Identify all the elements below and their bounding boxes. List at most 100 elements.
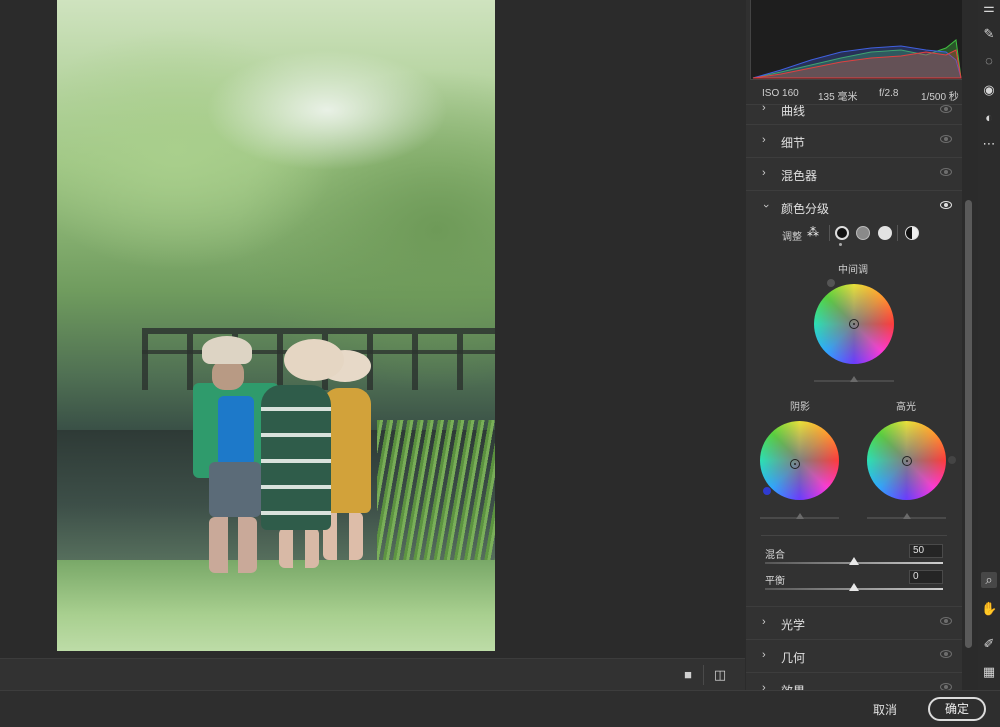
- ok-button[interactable]: 确定: [928, 697, 986, 721]
- panel-mixer[interactable]: › 混色器: [746, 157, 962, 190]
- midtones-label: 中间调: [838, 265, 868, 276]
- panel-effects[interactable]: › 效果: [746, 672, 962, 690]
- photo-boy-shorts: [209, 462, 261, 517]
- tool-strip: ⚌ ✎ ◌ ◉ ◐ ⋯ ⌕ ✋ ✐ ▦: [978, 0, 1000, 690]
- shadows-wheel[interactable]: [760, 421, 839, 500]
- highlights-luminance-dot[interactable]: [948, 456, 956, 464]
- midtones-luminance-slider[interactable]: [814, 376, 894, 382]
- three-way-icon[interactable]: ⁂: [807, 225, 819, 239]
- shutter-speed: 1/500 秒: [921, 92, 959, 103]
- iso-value: ISO 160: [762, 88, 799, 99]
- blend-label: 混合: [765, 550, 785, 561]
- midtones-luminance-dot[interactable]: [827, 279, 835, 287]
- panel-color-grading[interactable]: › 颜色分级: [746, 190, 962, 223]
- eye-icon[interactable]: [940, 135, 952, 143]
- hand-icon[interactable]: ✋: [981, 601, 997, 617]
- midtones-wheel[interactable]: [814, 284, 894, 364]
- chevron-right-icon: ›: [762, 104, 766, 114]
- exif-info: ISO 160 135 毫米 f/2.8 1/500 秒: [746, 84, 962, 104]
- panel-geometry[interactable]: › 几何: [746, 639, 962, 672]
- panel-title: 混色器: [781, 169, 818, 183]
- histogram: [750, 0, 962, 80]
- photo-girl1-hat: [284, 339, 344, 381]
- midtones-handle[interactable]: [849, 319, 859, 329]
- camera-raw-window: ■ ◫ ISO 160 135 毫米 f/2.8 1/500 秒 › 曲线 ›: [0, 0, 1000, 727]
- panel-optics[interactable]: › 光学: [746, 606, 962, 639]
- panel-title: 几何: [781, 651, 806, 665]
- more-icon[interactable]: ⋯: [981, 136, 997, 152]
- section-divider: [761, 535, 947, 536]
- selected-indicator: [839, 243, 842, 246]
- redeye-icon[interactable]: ◉: [981, 82, 997, 98]
- before-after-icon[interactable]: ◫: [712, 667, 728, 683]
- blend-value-input[interactable]: 50: [909, 544, 943, 558]
- midtones-mode-icon[interactable]: [856, 226, 870, 240]
- balance-label: 平衡: [765, 576, 785, 587]
- balance-slider-thumb[interactable]: [849, 583, 859, 591]
- histogram-graph: [752, 39, 962, 79]
- chevron-right-icon: ›: [762, 682, 766, 690]
- eye-icon[interactable]: [940, 201, 952, 209]
- photo-grass: [57, 560, 495, 651]
- aperture: f/2.8: [879, 88, 899, 99]
- photo-preview[interactable]: [57, 0, 495, 651]
- chevron-right-icon: ›: [762, 167, 766, 179]
- color-grading-body: 调整 ⁂ 中间调 阴影 高光 混合 50 平衡 0: [746, 222, 962, 606]
- highlights-wheel[interactable]: [867, 421, 946, 500]
- shadows-luminance-slider[interactable]: [760, 513, 839, 519]
- sliders-icon[interactable]: ⚌: [981, 0, 997, 16]
- eye-icon[interactable]: [940, 168, 952, 176]
- dialog-footer: 取消 确定: [0, 690, 1000, 727]
- chevron-right-icon: ›: [762, 616, 766, 628]
- adjust-label: 调整: [782, 232, 802, 243]
- shadows-label: 阴影: [790, 402, 810, 413]
- highlights-mode-icon[interactable]: [878, 226, 892, 240]
- balance-value-input[interactable]: 0: [909, 570, 943, 584]
- masking-icon[interactable]: ◌: [981, 53, 997, 69]
- photo-boy-legs: [209, 517, 257, 573]
- eye-icon[interactable]: [940, 617, 952, 625]
- chevron-down-icon: ›: [759, 204, 772, 208]
- blend-slider-thumb[interactable]: [849, 557, 859, 565]
- global-mode-icon[interactable]: [905, 226, 919, 240]
- presets-icon[interactable]: ◐: [981, 110, 997, 126]
- grid-icon[interactable]: ▦: [981, 664, 997, 680]
- chevron-right-icon: ›: [762, 134, 766, 146]
- healing-brush-icon[interactable]: ✎: [981, 26, 997, 42]
- panel-title: 细节: [781, 136, 806, 150]
- scrollbar-thumb[interactable]: [965, 200, 972, 648]
- canvas-toolbar: ■ ◫: [0, 658, 745, 690]
- shadows-handle[interactable]: [789, 458, 800, 469]
- panel-title: 效果: [781, 682, 805, 690]
- shadows-mode-icon[interactable]: [835, 226, 849, 240]
- focal-length: 135 毫米: [818, 92, 858, 103]
- edit-panel: ISO 160 135 毫米 f/2.8 1/500 秒 › 曲线 › 细节 ›…: [746, 0, 962, 690]
- highlights-handle[interactable]: [901, 455, 912, 466]
- photo-girl1-legs: [279, 528, 319, 568]
- chevron-right-icon: ›: [762, 649, 766, 661]
- panel-title: 光学: [781, 618, 806, 632]
- zoom-icon[interactable]: ⌕: [981, 572, 997, 588]
- highlights-luminance-slider[interactable]: [867, 513, 946, 519]
- photo-boy-shirt: [218, 396, 254, 466]
- toolbar-divider: [703, 665, 704, 685]
- color-sampler-icon[interactable]: ✐: [981, 636, 997, 652]
- image-canvas[interactable]: [0, 0, 745, 658]
- adjust-divider: [829, 225, 830, 241]
- panel-curves[interactable]: › 曲线: [746, 104, 962, 124]
- panel-title: 曲线: [781, 104, 806, 118]
- eye-icon[interactable]: [940, 650, 952, 658]
- photo-boy-hat: [202, 336, 252, 364]
- view-mode-icon[interactable]: ■: [680, 667, 696, 683]
- photo-girl1-dress: [261, 385, 331, 530]
- eye-icon[interactable]: [940, 105, 952, 113]
- balance-slider-row: 平衡 0: [765, 570, 943, 608]
- panel-scrollbar[interactable]: [962, 0, 976, 690]
- cancel-button[interactable]: 取消: [860, 700, 910, 720]
- shadows-luminance-dot[interactable]: [763, 487, 771, 495]
- highlights-label: 高光: [896, 402, 916, 413]
- panel-detail[interactable]: › 细节: [746, 124, 962, 157]
- photo-boy-face: [212, 360, 244, 390]
- panel-title: 颜色分级: [781, 202, 830, 216]
- eye-icon[interactable]: [940, 683, 952, 690]
